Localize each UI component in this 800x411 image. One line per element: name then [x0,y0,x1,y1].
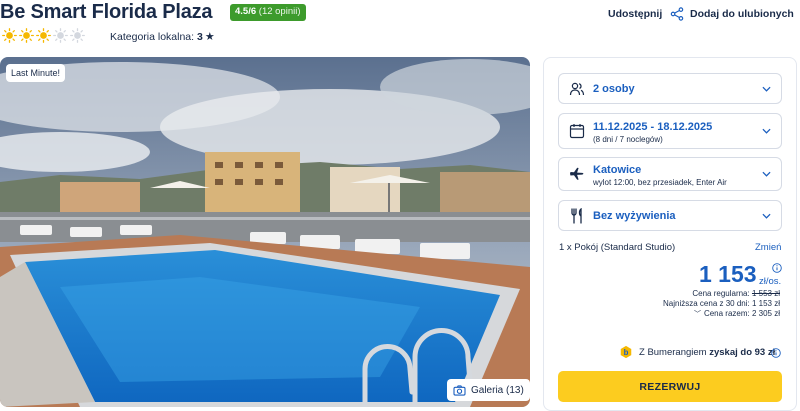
lowest-price-value: 1 153 zł [751,299,780,308]
room-description: 1 x Pokój (Standard Studio) [559,242,676,253]
last-minute-badge: Last Minute! [6,64,66,82]
gallery-button[interactable]: Galeria (13) [447,379,530,401]
travelers-selector[interactable]: 2 osoby [558,73,782,104]
lowest-price-label: Najniższa cena z 30 dni: [663,299,750,308]
departure-sub: wylot 12:00, bez przesiadek, Enter Air [593,178,727,187]
total-price-value: 2 305 zł [751,309,780,318]
departure-selector[interactable]: Katowice wylot 12:00, bez przesiadek, En… [558,157,782,191]
regular-price-label: Cena regularna: [692,289,750,298]
people-icon [569,82,585,95]
local-category: Kategoria lokalna: 3 ★ [110,30,215,43]
total-price-line[interactable]: ﹀ Cena razem: 2 305 zł [694,309,780,319]
category-value: 3 [196,31,203,43]
bumerang-logo-icon: b [620,345,632,359]
price-per-person: 1 153 [699,261,757,287]
sun-rating [2,28,85,43]
departure-value: Katowice [593,164,642,176]
share-icon [670,7,684,21]
sun-icon [2,28,17,43]
favorite-label: Dodaj do ulubionych [690,8,794,20]
cutlery-icon [571,207,582,224]
sun-icon [19,28,34,43]
change-room-link[interactable]: Zmień [755,242,781,253]
share-label: Udostępnij [608,8,663,20]
price-unit: zł/os. [759,276,782,287]
reserve-button[interactable]: REZERWUJ [558,371,782,402]
dates-sub: (8 dni / 7 noclegów) [593,135,663,144]
plane-icon [570,167,584,180]
travelers-value: 2 osoby [593,83,635,95]
board-value: Bez wyżywienia [593,210,676,222]
info-icon[interactable] [771,348,781,358]
category-label: Kategoria lokalna: [110,31,195,43]
rating-count: (12 opinii) [258,6,301,17]
info-icon[interactable] [772,263,782,273]
svg-text:b: b [624,348,629,357]
share-button[interactable]: Udostępnij [608,7,684,21]
calendar-icon [569,124,585,139]
chevron-down-icon [762,86,771,92]
hotel-photo[interactable] [0,57,530,407]
dates-value: 11.12.2025 - 18.12.2025 [593,121,713,133]
sun-empty-icon [70,28,85,43]
chevron-down-icon [762,171,771,177]
chevron-down-icon [762,128,771,134]
chevron-down-icon: ﹀ [693,311,701,318]
sun-icon [36,28,51,43]
rating-score: 4.5/6 [235,6,257,17]
dates-selector[interactable]: 11.12.2025 - 18.12.2025 (8 dni / 7 nocle… [558,113,782,149]
sun-empty-icon [53,28,68,43]
gallery-label: Galeria (13) [471,384,524,396]
hotel-title: Be Smart Florida Plaza [0,1,213,23]
bumerang-promo: b Z Bumerangiem zyskaj do 93 zł [619,345,775,359]
regular-price-line: Cena regularna: 1 553 zł [692,289,780,298]
regular-price-value: 1 553 zł [751,289,780,298]
bumerang-prefix: Z Bumerangiem [639,346,707,358]
favorite-button[interactable]: Dodaj do ulubionych [690,7,800,21]
board-selector[interactable]: Bez wyżywienia [558,200,782,231]
rating-badge[interactable]: 4.5/6 (12 opinii) [230,4,306,21]
star-icon: ★ [204,31,215,43]
lowest-price-line: Najniższa cena z 30 dni: 1 153 zł [663,299,780,308]
camera-icon [453,384,466,396]
total-price-label: Cena razem: [703,309,750,318]
bumerang-value: zyskaj do 93 zł [709,346,776,358]
chevron-down-icon [762,213,771,219]
